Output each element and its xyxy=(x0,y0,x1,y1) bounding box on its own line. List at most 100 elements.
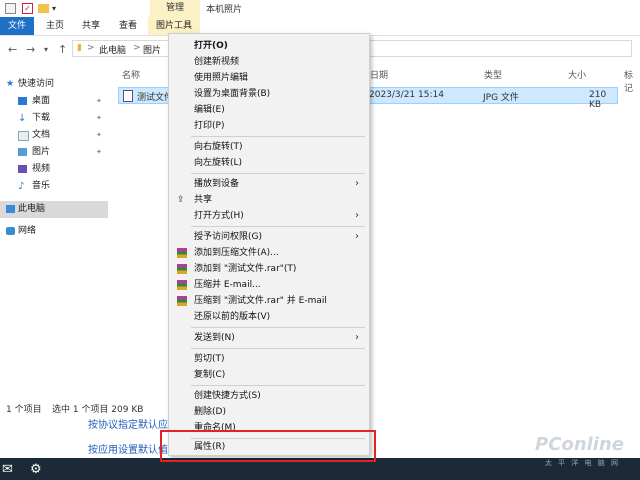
item-count: 1 个项目 xyxy=(6,405,42,415)
gear-icon[interactable]: ⚙ xyxy=(30,462,42,477)
sidebar-item-videos[interactable]: 视频 xyxy=(0,161,108,178)
sidebar-item-desktop[interactable]: 桌面 ✦ xyxy=(0,93,108,110)
music-icon: ♪ xyxy=(18,181,25,192)
tab-file[interactable]: 文件 xyxy=(0,17,34,35)
menu-item-restore-versions[interactable]: 还原以前的版本(V) xyxy=(169,309,369,325)
breadcrumb-separator: > xyxy=(133,43,141,53)
breadcrumb-pictures[interactable]: 图片 xyxy=(143,43,161,56)
winrar-icon xyxy=(177,264,187,274)
menu-item-create-shortcut[interactable]: 创建快捷方式(S) xyxy=(169,388,369,404)
watermark-subtitle: 太 平 洋 电 脑 网 xyxy=(544,459,620,467)
menu-item-edit[interactable]: 编辑(E) xyxy=(169,102,369,118)
sidebar-item-label: 音乐 xyxy=(32,181,51,191)
menu-item-cut[interactable]: 剪切(T) xyxy=(169,351,369,367)
pin-icon[interactable]: ✦ xyxy=(96,144,102,161)
pin-icon[interactable]: ✦ xyxy=(96,93,102,110)
menu-item-label: 创建快捷方式(S) xyxy=(194,391,261,401)
menu-item-label: 剪切(T) xyxy=(194,354,225,364)
menu-item-label: 打开方式(H) xyxy=(194,211,244,221)
chevron-down-icon[interactable]: ▾ xyxy=(52,3,61,14)
tab-home[interactable]: 主页 xyxy=(38,17,72,35)
download-icon: ↓ xyxy=(18,113,27,124)
menu-item-compress-rar-email[interactable]: 压缩到 "测试文件.rar" 并 E-mail xyxy=(169,293,369,309)
column-header-tags[interactable]: 标记 xyxy=(624,68,640,94)
tab-view[interactable]: 查看 xyxy=(110,17,146,35)
selection-info: 选中 1 个项目 209 KB xyxy=(52,405,144,415)
window-title: 本机照片 xyxy=(206,5,243,15)
menu-separator xyxy=(191,173,365,174)
column-header-size[interactable]: 大小 xyxy=(568,68,586,81)
sidebar-item-label: 桌面 xyxy=(32,96,51,106)
menu-item-label: 打开(O) xyxy=(194,41,228,51)
column-header-type[interactable]: 类型 xyxy=(484,68,502,81)
folder-icon[interactable] xyxy=(38,4,49,13)
menu-item-label: 创建新视频 xyxy=(194,57,240,67)
menu-item-set-wallpaper[interactable]: 设置为桌面背景(B) xyxy=(169,86,369,102)
menu-item-edit-photos[interactable]: 使用照片编辑 xyxy=(169,70,369,86)
menu-item-label: 授予访问权限(G) xyxy=(194,232,262,242)
menu-item-new-video[interactable]: 创建新视频 xyxy=(169,54,369,70)
chevron-right-icon: › xyxy=(355,210,359,221)
sidebar-item-quick-access[interactable]: ★ 快速访问 xyxy=(0,76,108,93)
back-icon[interactable]: ← xyxy=(8,43,17,56)
menu-item-open[interactable]: 打开(O) xyxy=(169,38,369,54)
pin-icon[interactable]: ✦ xyxy=(96,110,102,127)
sidebar-item-network[interactable]: 网络 xyxy=(0,223,108,240)
properties-icon[interactable] xyxy=(5,3,16,14)
inbox-icon[interactable]: ✉ xyxy=(2,462,13,477)
sidebar-item-label: 文档 xyxy=(32,130,51,140)
history-chevron-icon[interactable]: ▾ xyxy=(44,45,48,54)
menu-separator xyxy=(191,136,365,137)
breadcrumb-this-pc[interactable]: 此电脑 xyxy=(99,43,126,56)
tab-share[interactable]: 共享 xyxy=(74,17,108,35)
sidebar-item-this-pc[interactable]: 此电脑 xyxy=(0,201,108,218)
menu-item-add-to-rar[interactable]: 添加到 "测试文件.rar"(T) xyxy=(169,261,369,277)
winrar-icon xyxy=(177,296,187,306)
menu-item-label: 压缩到 "测试文件.rar" 并 E-mail xyxy=(194,296,327,306)
column-header-date[interactable]: 日期 xyxy=(370,68,388,81)
column-header-name[interactable]: 名称 xyxy=(122,68,140,81)
menu-item-label: 删除(D) xyxy=(194,407,226,417)
menu-item-rotate-right[interactable]: 向右旋转(T) xyxy=(169,139,369,155)
share-icon: ⇪ xyxy=(177,195,185,205)
sidebar-item-music[interactable]: ♪ 音乐 xyxy=(0,178,108,195)
manage-tab-header[interactable]: 管理 xyxy=(150,0,200,17)
forward-icon[interactable]: → xyxy=(26,43,35,56)
context-menu: 打开(O) 创建新视频 使用照片编辑 设置为桌面背景(B) 编辑(E) 打印(P… xyxy=(168,33,370,456)
sidebar-item-pictures[interactable]: 图片 ✦ xyxy=(0,144,108,161)
menu-item-label: 发送到(N) xyxy=(194,333,235,343)
up-arrow-icon[interactable]: ↑ xyxy=(58,43,67,56)
chevron-right-icon: › xyxy=(355,332,359,343)
menu-item-add-to-archive[interactable]: 添加到压缩文件(A)... xyxy=(169,245,369,261)
menu-item-delete[interactable]: 删除(D) xyxy=(169,404,369,420)
menu-item-open-with[interactable]: 打开方式(H) › xyxy=(169,208,369,224)
checkbox-icon[interactable]: ✓ xyxy=(22,3,33,14)
menu-item-cast-to-device[interactable]: 播放到设备 › xyxy=(169,176,369,192)
menu-item-print[interactable]: 打印(P) xyxy=(169,118,369,134)
menu-separator xyxy=(191,226,365,227)
menu-item-label: 添加到压缩文件(A)... xyxy=(194,248,279,258)
menu-item-label: 设置为桌面背景(B) xyxy=(194,89,271,99)
menu-item-grant-access[interactable]: 授予访问权限(G) › xyxy=(169,229,369,245)
navigation-pane: ★ 快速访问 桌面 ✦ ↓ 下载 ✦ 文档 ✦ 图片 ✦ 视频 ♪ 音乐 此电脑… xyxy=(0,62,109,397)
sidebar-item-documents[interactable]: 文档 ✦ xyxy=(0,127,108,144)
file-type: JPG 文件 xyxy=(483,93,519,103)
image-file-icon xyxy=(123,90,133,102)
menu-item-copy[interactable]: 复制(C) xyxy=(169,367,369,383)
video-icon xyxy=(18,165,27,173)
winrar-icon xyxy=(177,248,187,258)
picture-icon xyxy=(18,148,27,156)
menu-item-rotate-left[interactable]: 向左旋转(L) xyxy=(169,155,369,171)
menu-item-compress-email[interactable]: 压缩并 E-mail... xyxy=(169,277,369,293)
highlight-box xyxy=(160,430,376,462)
star-icon: ★ xyxy=(6,79,15,89)
sidebar-item-downloads[interactable]: ↓ 下载 ✦ xyxy=(0,110,108,127)
menu-item-share[interactable]: ⇪ 共享 xyxy=(169,192,369,208)
menu-item-send-to[interactable]: 发送到(N) › xyxy=(169,330,369,346)
default-apps-by-protocol-link[interactable]: 按协议指定默认应 xyxy=(88,416,168,431)
pin-icon[interactable]: ✦ xyxy=(96,127,102,144)
default-apps-by-app-link[interactable]: 按应用设置默认值 xyxy=(88,441,168,456)
sidebar-item-label: 图片 xyxy=(32,147,51,157)
menu-item-label: 播放到设备 xyxy=(194,179,240,189)
network-icon xyxy=(6,227,15,235)
